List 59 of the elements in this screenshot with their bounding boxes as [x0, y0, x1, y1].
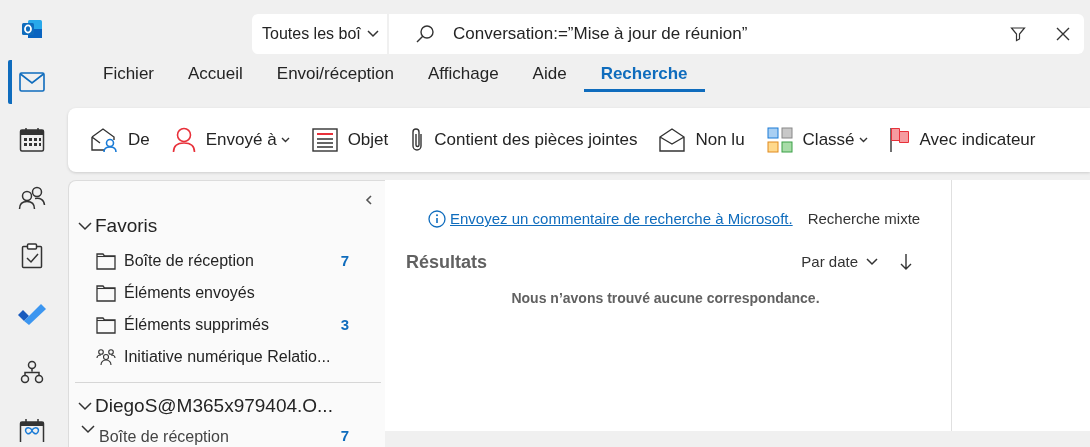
- person-icon: [171, 127, 196, 153]
- sort-direction-icon[interactable]: [900, 253, 912, 271]
- chevron-down-icon: [366, 30, 379, 38]
- sort-dropdown[interactable]: Par date: [801, 250, 878, 274]
- filter-icon[interactable]: [1010, 26, 1026, 42]
- envelope-icon: [659, 128, 686, 152]
- empty-results-message: Nous n’avons trouvé aucune correspondance.: [510, 288, 821, 308]
- mail-icon: [19, 72, 45, 92]
- chevron-down-icon: [78, 401, 92, 411]
- folder-group-header[interactable]: DiegoS@M365x979404.O...: [69, 391, 333, 421]
- chevron-down-icon: [78, 221, 92, 231]
- flag-icon: [889, 127, 910, 153]
- ribbon-button[interactable]: Classé: [766, 127, 868, 153]
- menu-tab[interactable]: Fichier: [86, 60, 171, 92]
- ribbon-button[interactable]: Avec indicateur: [889, 127, 1036, 153]
- group-icon: [96, 348, 116, 366]
- ribbon-button[interactable]: Contient des pièces jointes: [410, 127, 638, 153]
- unread-count: 7: [340, 250, 349, 271]
- menu-tab[interactable]: Affichage: [411, 60, 516, 92]
- folder-item[interactable]: Éléments supprimés 3: [69, 309, 385, 341]
- close-icon[interactable]: [1056, 27, 1070, 41]
- unread-count: 7: [340, 426, 349, 446]
- menu-tab[interactable]: Recherche: [583, 60, 705, 92]
- search-field[interactable]: Conversation:=”Mise à jour de réunion”: [389, 14, 1084, 54]
- search-mode-label: Recherche mixte: [807, 209, 921, 229]
- folder-item[interactable]: Éléments envoyés: [69, 277, 385, 309]
- envelope-person-icon: [90, 127, 118, 153]
- chevron-down-icon: [866, 258, 878, 266]
- results-heading: Résultats: [406, 250, 489, 274]
- menu-tab[interactable]: Accueil: [171, 60, 260, 92]
- menu-tab[interactable]: Envoi/réception: [259, 60, 411, 92]
- folder-icon: [96, 316, 116, 334]
- collapse-pane-icon[interactable]: [365, 195, 373, 205]
- folder-icon: [96, 284, 116, 302]
- feedback-link[interactable]: Envoyez un commentaire de recherche à Microsoft.: [450, 208, 793, 231]
- folder-group-header[interactable]: Favoris: [69, 211, 158, 241]
- calendar-icon: [19, 127, 45, 153]
- checkmark-icon: [17, 303, 47, 325]
- info-icon: [428, 210, 446, 229]
- chevron-down-icon: [81, 425, 95, 434]
- search-scope-dropdown[interactable]: Toutes les boî: [252, 14, 387, 54]
- paperclip-icon: [410, 127, 425, 153]
- clipboard-check-icon: [21, 243, 43, 269]
- folder-icon: [96, 252, 116, 270]
- hierarchy-icon: [20, 360, 44, 384]
- folder-item[interactable]: Initiative numérique Relatio...: [69, 341, 385, 373]
- search-icon: [415, 24, 435, 44]
- category-grid-icon: [766, 127, 793, 153]
- ribbon-button[interactable]: Non lu: [659, 127, 745, 153]
- ribbon-button[interactable]: Objet: [311, 127, 389, 153]
- bookings-calendar-icon: [19, 418, 45, 442]
- ribbon-button[interactable]: Envoyé à: [171, 127, 290, 153]
- people-icon: [18, 186, 46, 210]
- menu-tab[interactable]: Aide: [515, 60, 584, 92]
- ribbon-button[interactable]: De: [90, 127, 150, 153]
- folder-item[interactable]: Boîte de réception 7: [69, 245, 385, 277]
- document-lines-icon: [311, 128, 338, 152]
- folder-item[interactable]: Boîte de réception 7: [69, 425, 385, 447]
- unread-count: 3: [340, 314, 349, 335]
